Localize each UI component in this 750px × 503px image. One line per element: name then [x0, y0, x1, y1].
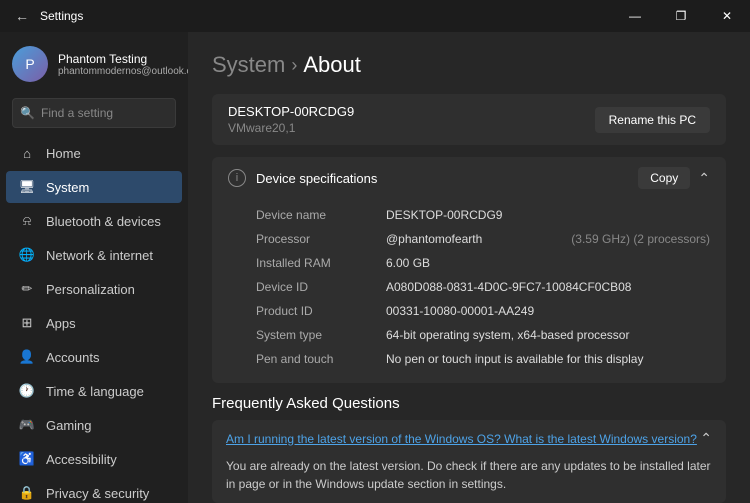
spec-label: Device ID — [256, 280, 386, 294]
copy-button[interactable]: Copy — [638, 167, 690, 189]
info-icon: i — [228, 169, 246, 187]
spec-note: (3.59 GHz) (2 processors) — [571, 232, 710, 246]
spec-value: 6.00 GB — [386, 256, 710, 270]
table-row: Installed RAM 6.00 GB — [256, 251, 710, 275]
sidebar-item-label: Gaming — [46, 418, 92, 433]
sidebar-item-gaming[interactable]: 🎮 Gaming — [6, 409, 182, 441]
sidebar-item-label: System — [46, 180, 89, 195]
avatar: P — [12, 46, 48, 82]
rename-pc-button[interactable]: Rename this PC — [595, 107, 710, 133]
table-row: Device ID A080D088-0831-4D0C-9FC7-10084C… — [256, 275, 710, 299]
pc-info-bar: DESKTOP-00RCDG9 VMware20,1 Rename this P… — [212, 94, 726, 145]
spec-label: System type — [256, 328, 386, 342]
profile-email: phantommodernos@outlook.com — [58, 66, 188, 77]
maximize-button[interactable]: ❐ — [658, 0, 704, 32]
privacy-icon: 🔒 — [18, 484, 36, 502]
faq-answer-0: You are already on the latest version. D… — [212, 457, 726, 503]
breadcrumb-system: System — [212, 52, 285, 78]
sidebar-item-system[interactable]: 🖥 System — [6, 171, 182, 203]
apps-icon: ⊞ — [18, 314, 36, 332]
section-title: Device specifications — [256, 171, 377, 186]
search-icon: 🔍 — [20, 106, 35, 120]
faq-title: Frequently Asked Questions — [212, 395, 726, 412]
faq-question-0: Am I running the latest version of the W… — [226, 432, 700, 446]
sidebar-item-label: Bluetooth & devices — [46, 214, 161, 229]
spec-value: 64-bit operating system, x64-based proce… — [386, 328, 710, 342]
close-button[interactable]: ✕ — [704, 0, 750, 32]
minimize-button[interactable]: — — [612, 0, 658, 32]
spec-label: Processor — [256, 232, 386, 246]
profile-name: Phantom Testing — [58, 52, 188, 66]
specs-table: Device name DESKTOP-00RCDG9 Processor @p… — [212, 199, 726, 383]
search-input[interactable] — [12, 98, 176, 128]
spec-label: Installed RAM — [256, 256, 386, 270]
sidebar-item-label: Time & language — [46, 384, 144, 399]
page-header: System › About — [212, 52, 726, 78]
spec-value: A080D088-0831-4D0C-9FC7-10084CF0CB08 — [386, 280, 710, 294]
table-row: Device name DESKTOP-00RCDG9 — [256, 203, 710, 227]
profile-info: Phantom Testing phantommodernos@outlook.… — [58, 52, 188, 77]
faq-section: Frequently Asked Questions Am I running … — [212, 395, 726, 503]
spec-label: Pen and touch — [256, 352, 386, 366]
sidebar-item-label: Personalization — [46, 282, 135, 297]
app-body: P Phantom Testing phantommodernos@outloo… — [0, 32, 750, 503]
network-icon: 🌐 — [18, 246, 36, 264]
spec-label: Product ID — [256, 304, 386, 318]
section-actions: Copy ⌃ — [638, 167, 710, 189]
sidebar-item-time[interactable]: 🕐 Time & language — [6, 375, 182, 407]
sidebar-item-label: Accounts — [46, 350, 99, 365]
page-title: About — [303, 52, 361, 78]
sidebar-item-label: Apps — [46, 316, 76, 331]
spec-value: @phantomofearth — [386, 232, 559, 246]
device-specs-card: i Device specifications Copy ⌃ Device na… — [212, 157, 726, 383]
accessibility-icon: ♿ — [18, 450, 36, 468]
home-icon: ⌂ — [18, 144, 36, 162]
system-icon: 🖥 — [18, 178, 36, 196]
faq-question-row-0[interactable]: Am I running the latest version of the W… — [212, 420, 726, 457]
spec-value: 00331-10080-00001-AA249 — [386, 304, 710, 318]
time-icon: 🕐 — [18, 382, 36, 400]
sidebar-item-privacy[interactable]: 🔒 Privacy & security — [6, 477, 182, 503]
device-specs-header[interactable]: i Device specifications Copy ⌃ — [212, 157, 726, 199]
sidebar-item-home[interactable]: ⌂ Home — [6, 137, 182, 169]
profile-section: P Phantom Testing phantommodernos@outloo… — [0, 32, 188, 94]
personalization-icon: ✏ — [18, 280, 36, 298]
faq-item-0: Am I running the latest version of the W… — [212, 420, 726, 503]
table-row: Pen and touch No pen or touch input is a… — [256, 347, 710, 371]
spec-value: No pen or touch input is available for t… — [386, 352, 710, 366]
table-row: System type 64-bit operating system, x64… — [256, 323, 710, 347]
sidebar-item-label: Home — [46, 146, 81, 161]
sidebar-item-personalization[interactable]: ✏ Personalization — [6, 273, 182, 305]
table-row: Processor @phantomofearth (3.59 GHz) (2 … — [256, 227, 710, 251]
pc-name: DESKTOP-00RCDG9 — [228, 104, 354, 119]
pc-sub: VMware20,1 — [228, 121, 354, 135]
chevron-up-icon: ⌃ — [700, 430, 712, 447]
accounts-icon: 👤 — [18, 348, 36, 366]
back-icon[interactable]: ← — [12, 6, 32, 26]
main-content: System › About DESKTOP-00RCDG9 VMware20,… — [188, 32, 750, 503]
sidebar-item-label: Network & internet — [46, 248, 153, 263]
sidebar-search[interactable]: 🔍 — [12, 98, 176, 128]
sidebar-item-label: Accessibility — [46, 452, 117, 467]
section-header-left: i Device specifications — [228, 169, 377, 187]
spec-value: DESKTOP-00RCDG9 — [386, 208, 710, 222]
table-row: Product ID 00331-10080-00001-AA249 — [256, 299, 710, 323]
pc-info-text: DESKTOP-00RCDG9 VMware20,1 — [228, 104, 354, 135]
titlebar: ← Settings — ❐ ✕ — [0, 0, 750, 32]
app-title: Settings — [40, 9, 83, 23]
bluetooth-icon: ⍾ — [18, 212, 36, 230]
gaming-icon: 🎮 — [18, 416, 36, 434]
sidebar-item-apps[interactable]: ⊞ Apps — [6, 307, 182, 339]
spec-label: Device name — [256, 208, 386, 222]
sidebar-item-bluetooth[interactable]: ⍾ Bluetooth & devices — [6, 205, 182, 237]
sidebar: P Phantom Testing phantommodernos@outloo… — [0, 32, 188, 503]
sidebar-item-label: Privacy & security — [46, 486, 149, 501]
chevron-up-icon: ⌃ — [698, 170, 710, 187]
sidebar-item-accounts[interactable]: 👤 Accounts — [6, 341, 182, 373]
sidebar-item-network[interactable]: 🌐 Network & internet — [6, 239, 182, 271]
breadcrumb-arrow: › — [291, 55, 297, 76]
sidebar-item-accessibility[interactable]: ♿ Accessibility — [6, 443, 182, 475]
titlebar-controls: — ❐ ✕ — [612, 0, 750, 32]
titlebar-left: ← Settings — [12, 6, 83, 26]
